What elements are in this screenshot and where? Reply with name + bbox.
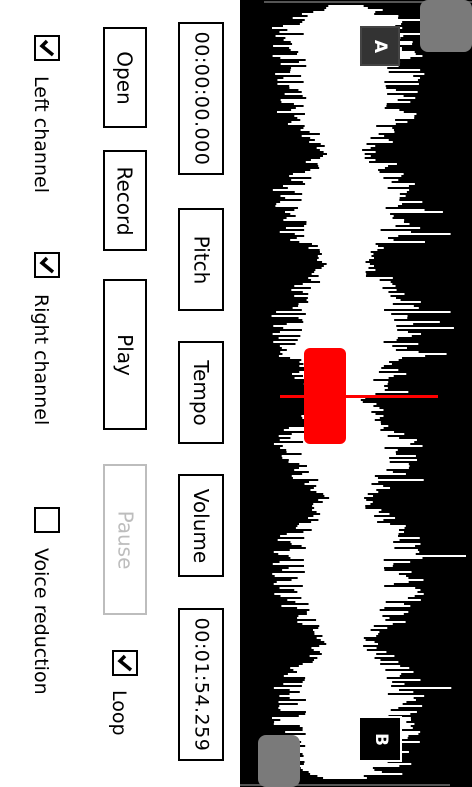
checkmark-icon (117, 654, 133, 672)
waveform-panel[interactable]: A B (240, 0, 472, 787)
volume-button-label: Volume (189, 488, 214, 563)
left-channel-label-anchor: Left channel (30, 76, 54, 193)
open-button-label: Open (113, 50, 138, 105)
start-time-text: 00:00:00.000 (190, 31, 213, 166)
pitch-button-label: Pitch (189, 235, 214, 284)
volume-button[interactable]: Volume (178, 474, 224, 577)
play-button[interactable]: Play (103, 279, 147, 430)
waveform-lines (271, 5, 466, 779)
top-range-handle[interactable] (420, 0, 472, 52)
tempo-button-label: Tempo (189, 359, 214, 426)
right-channel-label: Right channel (30, 294, 52, 426)
pause-button[interactable]: Pause (103, 464, 147, 615)
checkmark-icon (39, 39, 55, 57)
marker-a-label: A (370, 39, 391, 53)
play-button-label: Play (113, 333, 137, 376)
voice-reduction-label: Voice reduction (30, 548, 52, 695)
checkmark-icon (39, 256, 55, 274)
end-time-display[interactable]: 00:01:54.259 (178, 608, 224, 761)
marker-a[interactable]: A (360, 26, 400, 66)
record-button[interactable]: Record (103, 150, 147, 251)
voice-reduction-checkbox[interactable] (34, 507, 60, 533)
playhead-handle[interactable] (304, 348, 346, 444)
voice-reduction-label-anchor: Voice reduction (30, 548, 54, 695)
loop-label: Loop (108, 690, 130, 736)
waveform-graphic (240, 1, 472, 786)
loop-label-anchor: Loop (108, 690, 132, 736)
right-channel-checkbox[interactable] (34, 252, 60, 278)
start-time-display[interactable]: 00:00:00.000 (178, 22, 224, 175)
left-channel-checkbox[interactable] (34, 35, 60, 61)
right-channel-label-anchor: Right channel (30, 294, 54, 425)
open-button[interactable]: Open (103, 27, 147, 128)
tempo-button[interactable]: Tempo (178, 341, 224, 444)
pitch-button[interactable]: Pitch (178, 208, 224, 311)
end-time-text: 00:01:54.259 (190, 617, 213, 752)
marker-b-label: B (370, 732, 391, 746)
record-button-label: Record (113, 165, 138, 236)
bottom-range-handle[interactable] (258, 735, 300, 787)
pause-button-label: Pause (113, 510, 138, 569)
left-channel-label: Left channel (30, 76, 52, 193)
marker-b[interactable]: B (358, 716, 402, 762)
loop-checkbox[interactable] (112, 650, 138, 676)
